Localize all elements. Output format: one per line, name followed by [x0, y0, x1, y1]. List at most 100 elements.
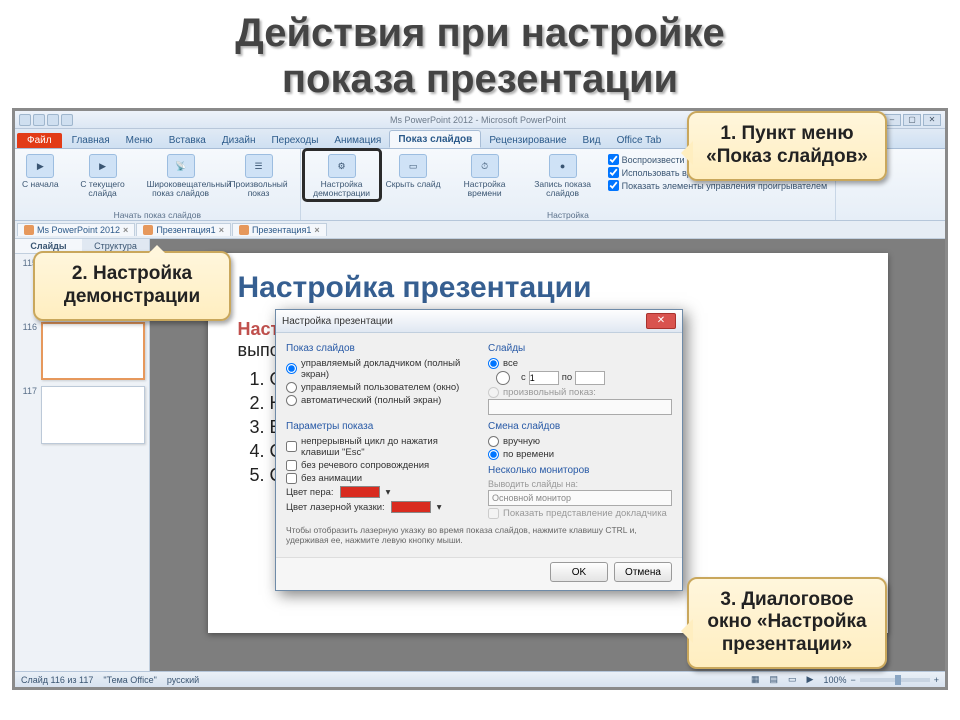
tab-review[interactable]: Рецензирование [481, 132, 574, 148]
tab-transitions[interactable]: Переходы [263, 132, 326, 148]
tab-file[interactable]: Файл [17, 133, 62, 148]
check-presenter[interactable]: Показать представление докладчика [488, 507, 672, 519]
language-indicator[interactable]: русский [167, 675, 199, 685]
to-field[interactable] [575, 371, 605, 385]
ppt-icon [24, 225, 34, 235]
pen-color-swatch[interactable] [340, 486, 380, 498]
tab-officetab[interactable]: Office Tab [609, 132, 670, 148]
view-normal-icon[interactable]: ▦ [751, 674, 760, 685]
maximize-button[interactable]: ▢ [903, 114, 921, 126]
group-advance: Смена слайдов [488, 421, 672, 432]
slide-thumbnail[interactable] [41, 322, 145, 380]
dialog-title-bar: Настройка презентации ✕ [276, 310, 682, 333]
setup-slideshow-button[interactable]: ⚙Настройка демонстрации [305, 151, 379, 199]
radio-speaker[interactable]: управляемый докладчиком (полный экран) [286, 357, 470, 380]
close-icon[interactable]: × [123, 225, 128, 235]
group-options: Параметры показа [286, 421, 470, 432]
tab-insert[interactable]: Вставка [161, 132, 214, 148]
doc-tab-0[interactable]: Ms PowerPoint 2012× [17, 223, 135, 236]
laser-color-swatch[interactable] [391, 501, 431, 513]
title-line-2: показа презентации [0, 56, 960, 102]
radio-all[interactable]: все [488, 357, 672, 369]
callout-1: 1. Пункт меню «Показ слайдов» [687, 111, 887, 181]
zoom-in-icon[interactable]: + [934, 675, 939, 685]
quick-access-toolbar [19, 114, 73, 126]
broadcast-button[interactable]: 📡Широковещательный показ слайдов [144, 151, 218, 199]
doc-tab-2[interactable]: Презентация1× [232, 223, 327, 236]
check-noanim[interactable]: без анимации [286, 472, 470, 484]
view-reading-icon[interactable]: ▭ [788, 674, 797, 685]
dialog-close-button[interactable]: ✕ [646, 313, 676, 329]
monitor-dropdown: Основной монитор [488, 490, 672, 506]
chevron-down-icon[interactable]: ▾ [437, 502, 442, 513]
tab-home[interactable]: Главная [64, 132, 118, 148]
radio-kiosk[interactable]: автоматический (полный экран) [286, 394, 470, 406]
tab-design[interactable]: Дизайн [214, 132, 264, 148]
custom-show-icon: ☰ [245, 154, 273, 178]
qat-more-icon[interactable] [61, 114, 73, 126]
zoom-slider[interactable] [860, 678, 930, 682]
status-bar: Слайд 116 из 117 "Тема Office" русский ▦… [15, 671, 945, 687]
custom-show-button[interactable]: ☰Произвольный показ [222, 151, 296, 199]
slide-heading: Настройка презентации [238, 271, 858, 305]
radio-manual[interactable]: вручную [488, 435, 672, 447]
radio-timed[interactable]: по времени [488, 448, 672, 460]
radio-custom[interactable]: произвольный показ: [488, 386, 672, 398]
setup-icon: ⚙ [328, 154, 356, 178]
hide-slide-button[interactable]: ▭Скрыть слайд [383, 151, 444, 190]
clock-icon: ⏱ [471, 154, 499, 178]
zoom-value: 100% [823, 675, 846, 685]
qat-undo-icon[interactable] [33, 114, 45, 126]
group-title-start: Начать показ слайдов [19, 209, 296, 220]
play-icon: ▶ [26, 154, 54, 178]
radio-user[interactable]: управляемый пользователем (окно) [286, 381, 470, 393]
pen-label: Цвет пера: [286, 487, 334, 498]
close-button[interactable]: ✕ [923, 114, 941, 126]
zoom-out-icon[interactable]: − [850, 675, 855, 685]
page-title: Действия при настройке показа презентаци… [0, 0, 960, 108]
show-controls-checkbox[interactable]: Показать элементы управления проигрывате… [608, 179, 828, 192]
broadcast-icon: 📡 [167, 154, 195, 178]
close-icon[interactable]: × [219, 225, 224, 235]
callout-2: 2. Настройка демонстрации [33, 251, 231, 321]
group-show: Показ слайдов [286, 343, 470, 354]
monitor-label: Выводить слайды на: [488, 479, 672, 489]
dialog-title: Настройка презентации [282, 316, 646, 327]
thumb-num: 117 [19, 386, 37, 396]
cancel-button[interactable]: Отмена [614, 562, 672, 582]
ok-button[interactable]: OK [550, 562, 608, 582]
check-nonarr[interactable]: без речевого сопровождения [286, 459, 470, 471]
group-monitors: Несколько мониторов [488, 465, 672, 476]
theme-indicator: "Тема Office" [103, 675, 156, 685]
view-slideshow-icon[interactable]: ▶ [807, 674, 814, 685]
slide-indicator: Слайд 116 из 117 [21, 675, 93, 685]
close-icon[interactable]: × [314, 225, 319, 235]
from-current-button[interactable]: ▶С текущего слайда [66, 151, 140, 199]
ppt-icon [239, 225, 249, 235]
title-line-1: Действия при настройке [0, 10, 960, 56]
chevron-down-icon[interactable]: ▾ [386, 487, 391, 498]
custom-show-dropdown [488, 399, 672, 415]
radio-range[interactable]: спо [488, 370, 672, 385]
qat-redo-icon[interactable] [47, 114, 59, 126]
rehearse-button[interactable]: ⏱Настройка времени [448, 151, 522, 199]
ribbon-group-start: ▶С начала ▶С текущего слайда 📡Широковеща… [15, 149, 301, 220]
thumb-num: 116 [19, 322, 37, 332]
laser-label: Цвет лазерной указки: [286, 502, 385, 513]
tab-slideshow[interactable]: Показ слайдов [389, 130, 481, 148]
from-field[interactable] [529, 371, 559, 385]
tab-animations[interactable]: Анимация [326, 132, 389, 148]
record-button[interactable]: ●Запись показа слайдов [526, 151, 600, 199]
slide-thumbnail[interactable] [41, 386, 145, 444]
from-beginning-button[interactable]: ▶С начала [19, 151, 62, 190]
record-icon: ● [549, 154, 577, 178]
setup-slideshow-dialog: Настройка презентации ✕ Показ слайдов уп… [275, 309, 683, 591]
hide-icon: ▭ [399, 154, 427, 178]
qat-save-icon[interactable] [19, 114, 31, 126]
view-sorter-icon[interactable]: ▤ [769, 674, 778, 685]
group-title-setup: Настройка [305, 209, 832, 220]
play-current-icon: ▶ [89, 154, 117, 178]
check-loop[interactable]: непрерывный цикл до нажатия клавиши "Esc… [286, 435, 470, 458]
tab-view[interactable]: Вид [575, 132, 609, 148]
tab-menu[interactable]: Меню [118, 132, 161, 148]
